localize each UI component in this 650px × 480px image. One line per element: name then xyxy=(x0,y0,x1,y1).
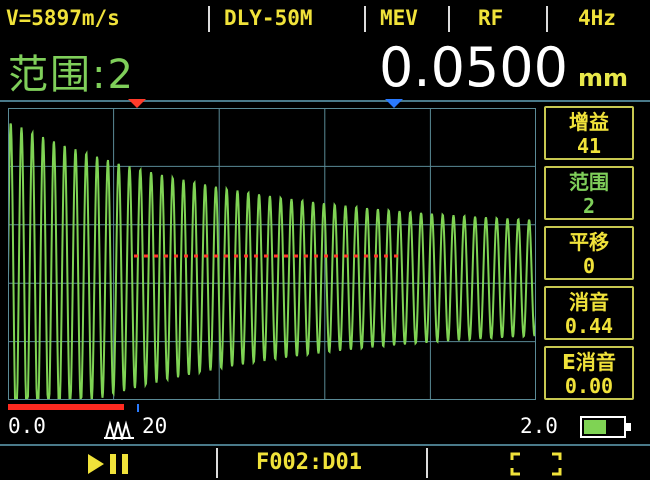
divider xyxy=(208,6,210,32)
axis-start-label: 0.0 xyxy=(8,414,46,438)
shift-param-value: 0 xyxy=(582,254,596,278)
divider xyxy=(448,6,450,32)
divider xyxy=(426,448,428,478)
peak-icon-value: 20 xyxy=(142,414,168,438)
gate-bar[interactable] xyxy=(8,404,124,410)
reject-param[interactable]: 消音 0.44 xyxy=(544,286,634,340)
e-reject-param-title: E消音 xyxy=(562,350,616,374)
divider xyxy=(216,448,218,478)
shift-param-title: 平移 xyxy=(569,230,609,254)
divider xyxy=(546,6,548,32)
gain-param-value: 41 xyxy=(576,134,602,158)
range-param[interactable]: 范围 2 xyxy=(544,166,634,220)
divider xyxy=(364,6,366,32)
thickness-reading: 0.0500 xyxy=(379,36,568,99)
peak-icon xyxy=(104,420,134,440)
gain-param[interactable]: 增益 41 xyxy=(544,106,634,160)
range-param-title: 范围 xyxy=(569,170,609,194)
mode-readout[interactable]: MEV xyxy=(380,4,418,32)
play-pause-icon[interactable] xyxy=(86,452,132,476)
file-indicator[interactable]: F002:D01 xyxy=(256,450,362,475)
range-label: 范围:2 xyxy=(8,52,135,98)
axis-end-label: 2.0 xyxy=(520,414,558,438)
wave-readout[interactable]: RF xyxy=(478,4,503,32)
battery-icon xyxy=(580,416,631,438)
e-reject-param-value: 0.00 xyxy=(564,374,614,398)
axis-row: 0.0 20 2.0 xyxy=(0,404,650,444)
parameter-panel: 增益 41 范围 2 平移 0 消音 0.44 E消音 0.00 xyxy=(540,106,640,402)
shift-param[interactable]: 平移 0 xyxy=(544,226,634,280)
measurement-header: 范围:2 0.0500 mm xyxy=(0,36,650,100)
reject-param-title: 消音 xyxy=(569,290,609,314)
fullscreen-icon[interactable] xyxy=(510,452,562,476)
waveform-display[interactable] xyxy=(8,108,536,400)
reject-param-value: 0.44 xyxy=(564,314,614,338)
bottom-bar: F002:D01 xyxy=(0,446,650,480)
range-param-value: 2 xyxy=(582,194,596,218)
frequency-readout[interactable]: 4Hz xyxy=(578,4,616,32)
velocity-readout[interactable]: V=5897m/s xyxy=(6,4,120,32)
peak-marker-icon[interactable] xyxy=(128,99,146,108)
e-reject-param[interactable]: E消音 0.00 xyxy=(544,346,634,400)
delay-readout[interactable]: DLY-50M xyxy=(224,4,313,32)
gate-marker-icon[interactable] xyxy=(385,99,403,108)
reading-unit: mm xyxy=(578,64,629,92)
zero-marker-icon[interactable] xyxy=(137,404,139,412)
gain-param-title: 增益 xyxy=(569,110,609,134)
top-status-bar: V=5897m/s DLY-50M MEV RF 4Hz xyxy=(0,0,650,36)
